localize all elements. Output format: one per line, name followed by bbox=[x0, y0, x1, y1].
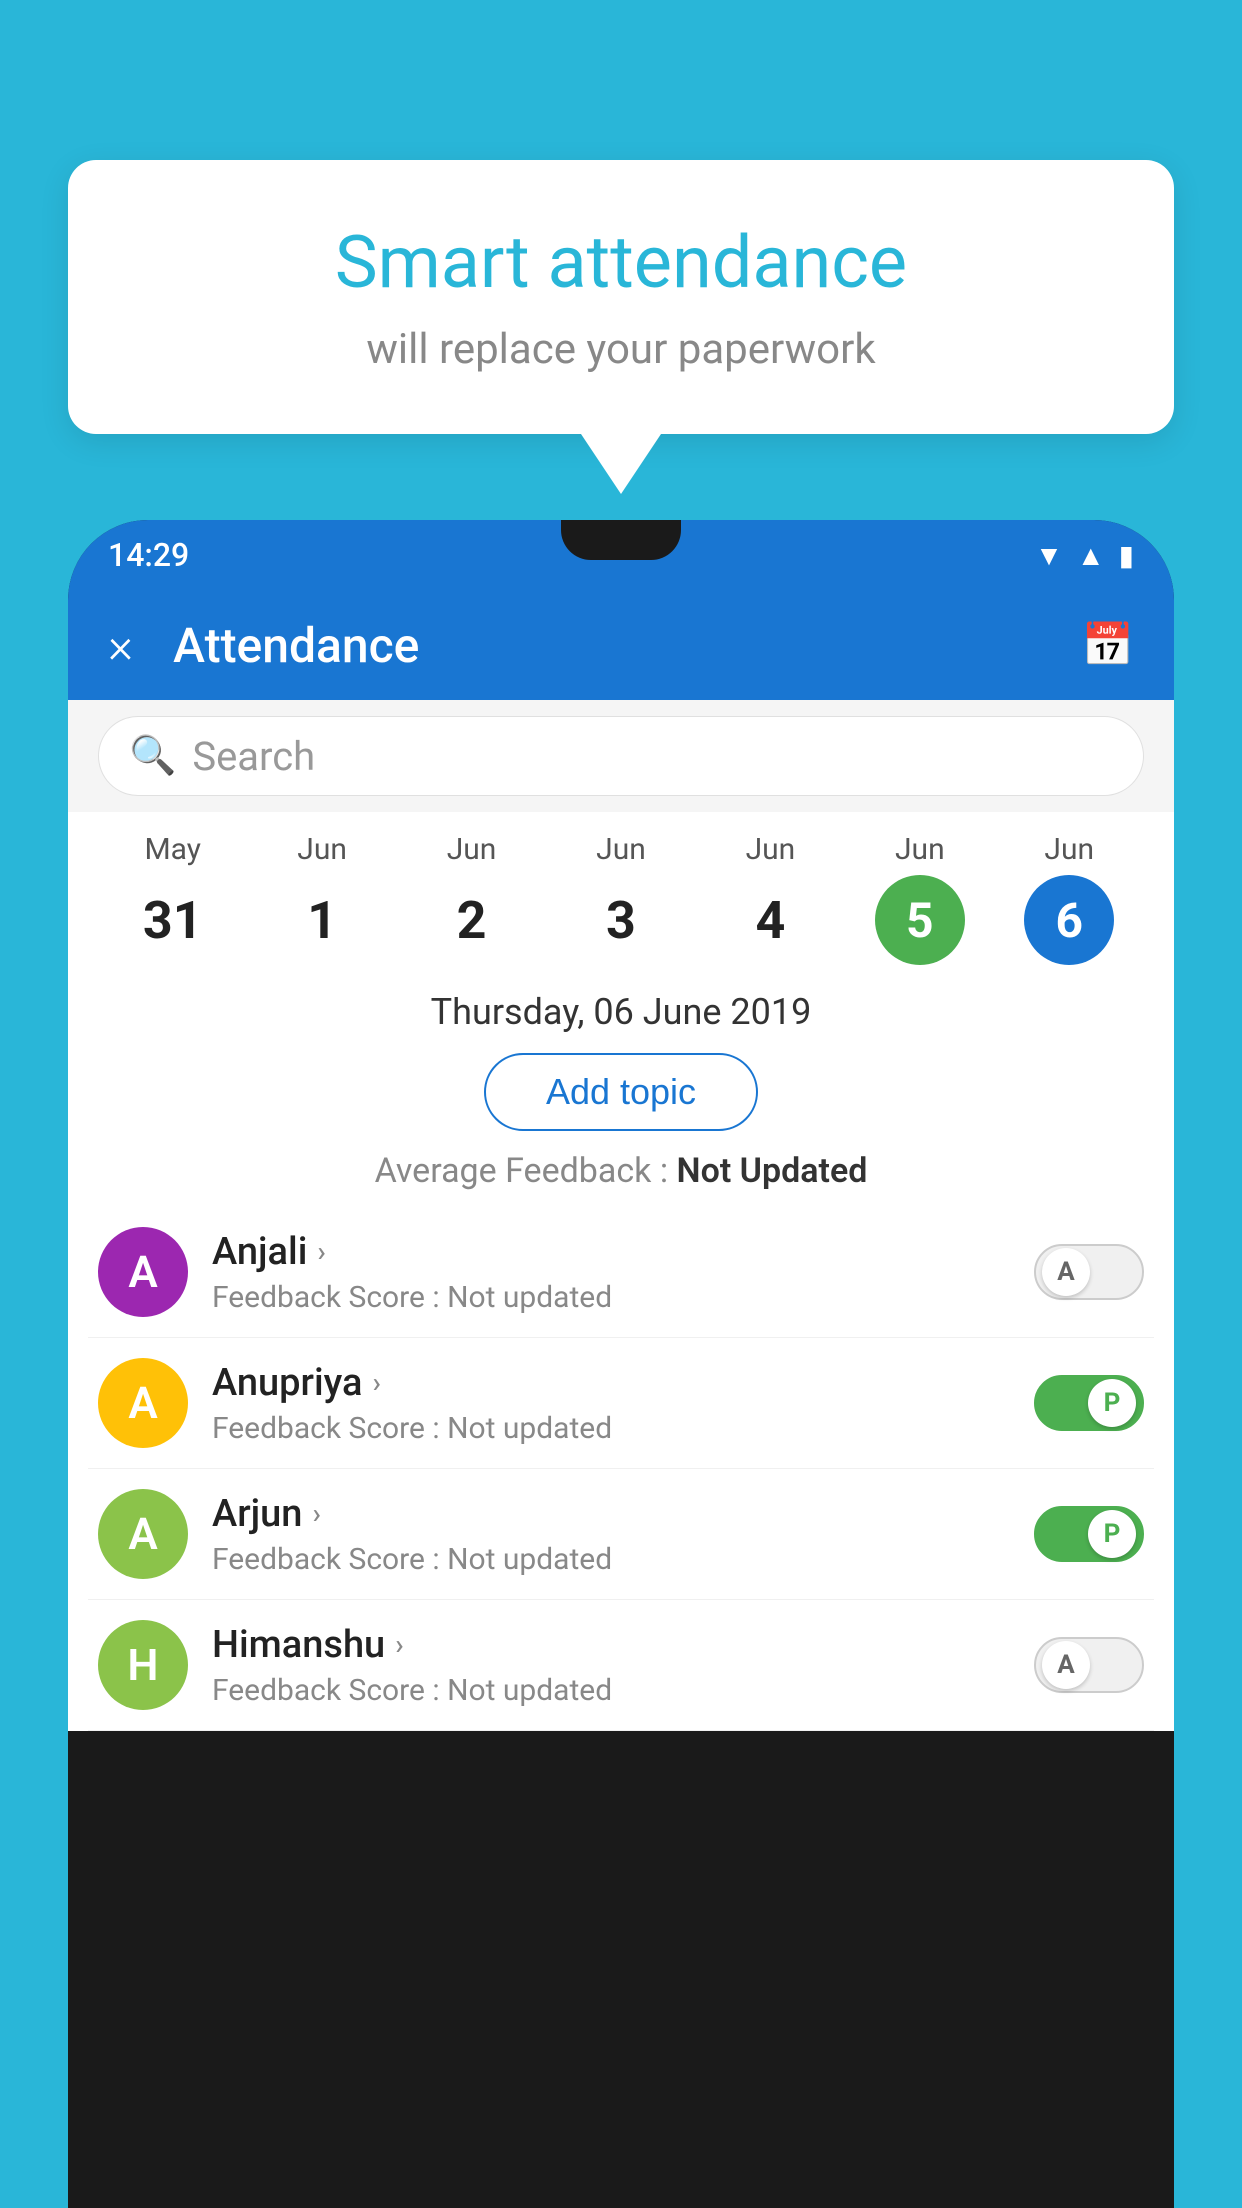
student-name: Himanshu › bbox=[212, 1623, 1010, 1667]
student-info: Arjun › Feedback Score : Not updated bbox=[212, 1492, 1010, 1577]
search-bar-container: 🔍 Search bbox=[68, 700, 1174, 812]
cal-date-1: 1 bbox=[277, 875, 367, 965]
speech-bubble-title: Smart attendance bbox=[148, 220, 1094, 305]
student-name: Anjali › bbox=[212, 1230, 1010, 1274]
selected-date-label: Thursday, 06 June 2019 bbox=[68, 975, 1174, 1043]
cal-date-2: 2 bbox=[427, 875, 517, 965]
cal-date-0: 31 bbox=[128, 875, 218, 965]
phone-screen: 🔍 Search May 31 Jun 1 Jun 2 Jun 3 bbox=[68, 700, 1174, 1731]
cal-day-1[interactable]: Jun 1 bbox=[247, 832, 396, 965]
list-item[interactable]: A Arjun › Feedback Score : Not updated P bbox=[88, 1469, 1154, 1600]
avg-feedback: Average Feedback : Not Updated bbox=[68, 1141, 1174, 1207]
cal-day-5[interactable]: Jun 5 bbox=[845, 832, 994, 965]
cal-day-6[interactable]: Jun 6 bbox=[995, 832, 1144, 965]
cal-day-4[interactable]: Jun 4 bbox=[696, 832, 845, 965]
cal-month-5: Jun bbox=[895, 832, 945, 867]
add-topic-button[interactable]: Add topic bbox=[484, 1053, 758, 1131]
calendar-strip: May 31 Jun 1 Jun 2 Jun 3 Jun 4 Jun 5 bbox=[68, 812, 1174, 975]
student-list: A Anjali › Feedback Score : Not updated … bbox=[68, 1207, 1174, 1731]
cal-date-6: 6 bbox=[1024, 875, 1114, 965]
wifi-icon: ▼ bbox=[1035, 539, 1063, 572]
speech-bubble-subtitle: will replace your paperwork bbox=[148, 325, 1094, 374]
list-item[interactable]: H Himanshu › Feedback Score : Not update… bbox=[88, 1600, 1154, 1731]
avatar: A bbox=[98, 1227, 188, 1317]
cal-date-4: 4 bbox=[725, 875, 815, 965]
close-button[interactable]: × bbox=[108, 617, 133, 674]
student-name: Arjun › bbox=[212, 1492, 1010, 1536]
cal-month-4: Jun bbox=[746, 832, 796, 867]
speech-bubble-tail bbox=[581, 434, 661, 494]
chevron-right-icon: › bbox=[395, 1628, 403, 1661]
cal-day-3[interactable]: Jun 3 bbox=[546, 832, 695, 965]
status-icons: ▼ ▲ ▮ bbox=[1035, 539, 1134, 572]
list-item[interactable]: A Anjali › Feedback Score : Not updated … bbox=[88, 1207, 1154, 1338]
cal-day-0[interactable]: May 31 bbox=[98, 832, 247, 965]
cal-date-3: 3 bbox=[576, 875, 666, 965]
cal-month-1: Jun bbox=[297, 832, 347, 867]
student-info: Anjali › Feedback Score : Not updated bbox=[212, 1230, 1010, 1315]
cal-month-6: Jun bbox=[1044, 832, 1094, 867]
attendance-toggle[interactable]: A bbox=[1034, 1637, 1144, 1693]
student-name: Anupriya › bbox=[212, 1361, 1010, 1405]
toggle-container[interactable]: A bbox=[1034, 1637, 1144, 1693]
attendance-toggle[interactable]: P bbox=[1034, 1375, 1144, 1431]
attendance-toggle[interactable]: P bbox=[1034, 1506, 1144, 1562]
status-time: 14:29 bbox=[108, 536, 189, 574]
search-icon: 🔍 bbox=[129, 734, 176, 778]
student-info: Anupriya › Feedback Score : Not updated bbox=[212, 1361, 1010, 1446]
speech-bubble-container: Smart attendance will replace your paper… bbox=[68, 160, 1174, 494]
cal-month-3: Jun bbox=[596, 832, 646, 867]
chevron-right-icon: › bbox=[372, 1366, 380, 1399]
avg-feedback-label: Average Feedback : bbox=[375, 1151, 669, 1191]
feedback-score: Feedback Score : Not updated bbox=[212, 1673, 1010, 1708]
speech-bubble: Smart attendance will replace your paper… bbox=[68, 160, 1174, 434]
cal-month-0: May bbox=[144, 832, 200, 867]
avg-feedback-value: Not Updated bbox=[677, 1151, 868, 1191]
feedback-score: Feedback Score : Not updated bbox=[212, 1542, 1010, 1577]
chevron-right-icon: › bbox=[312, 1497, 320, 1530]
chevron-right-icon: › bbox=[317, 1235, 325, 1268]
student-info: Himanshu › Feedback Score : Not updated bbox=[212, 1623, 1010, 1708]
toggle-knob: A bbox=[1042, 1248, 1090, 1296]
notch bbox=[561, 520, 681, 560]
status-bar: 14:29 ▼ ▲ ▮ bbox=[68, 520, 1174, 590]
cal-day-2[interactable]: Jun 2 bbox=[397, 832, 546, 965]
toggle-container[interactable]: P bbox=[1034, 1506, 1144, 1562]
toggle-knob: A bbox=[1042, 1641, 1090, 1689]
avatar: A bbox=[98, 1358, 188, 1448]
toggle-container[interactable]: P bbox=[1034, 1375, 1144, 1431]
app-bar: × Attendance 📅 bbox=[68, 590, 1174, 700]
phone-frame: 14:29 ▼ ▲ ▮ × Attendance 📅 🔍 Search May … bbox=[68, 520, 1174, 2208]
search-bar[interactable]: 🔍 Search bbox=[98, 716, 1144, 796]
avatar: A bbox=[98, 1489, 188, 1579]
app-bar-title: Attendance bbox=[173, 617, 1042, 674]
attendance-toggle[interactable]: A bbox=[1034, 1244, 1144, 1300]
feedback-score: Feedback Score : Not updated bbox=[212, 1411, 1010, 1446]
list-item[interactable]: A Anupriya › Feedback Score : Not update… bbox=[88, 1338, 1154, 1469]
toggle-container[interactable]: A bbox=[1034, 1244, 1144, 1300]
search-placeholder: Search bbox=[192, 733, 315, 780]
cal-date-5: 5 bbox=[875, 875, 965, 965]
avatar: H bbox=[98, 1620, 188, 1710]
toggle-knob: P bbox=[1088, 1379, 1136, 1427]
cal-month-2: Jun bbox=[447, 832, 497, 867]
signal-icon: ▲ bbox=[1077, 539, 1105, 572]
calendar-icon[interactable]: 📅 bbox=[1082, 621, 1134, 670]
toggle-knob: P bbox=[1088, 1510, 1136, 1558]
battery-icon: ▮ bbox=[1119, 539, 1134, 572]
feedback-score: Feedback Score : Not updated bbox=[212, 1280, 1010, 1315]
